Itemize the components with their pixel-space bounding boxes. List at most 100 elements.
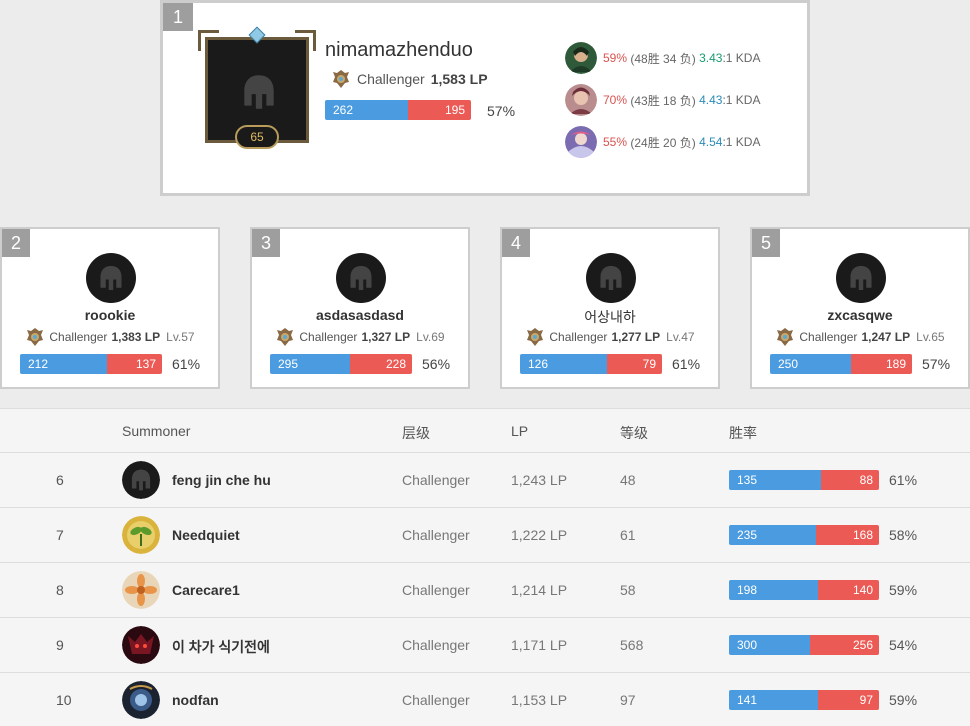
row-name[interactable]: 이 차가 식기전에	[172, 637, 270, 657]
helmet-icon	[596, 263, 626, 293]
wins-segment: 141	[729, 690, 818, 710]
row-winrate: 300 256 54%	[729, 635, 917, 655]
win-loss: 295 228 56%	[270, 354, 450, 374]
champion-row[interactable]: 55% (24胜 20 负) 4.54:1 KDA	[565, 121, 760, 163]
kda-suffix: :1 KDA	[722, 51, 761, 65]
row-name[interactable]: Carecare1	[172, 582, 240, 598]
helmet-icon	[96, 263, 126, 293]
tier-info: Challenger 1,583 LP	[331, 69, 488, 89]
player-name[interactable]: nimamazhenduo	[325, 39, 473, 62]
lp-value: 1,327 LP	[361, 330, 411, 344]
row-level: 58	[620, 582, 636, 598]
challenger-tier-icon	[275, 327, 295, 347]
header-lp[interactable]: LP	[511, 423, 528, 439]
row-name[interactable]: feng jin che hu	[172, 472, 271, 488]
champion-kda: 4.54	[699, 135, 723, 149]
header-winrate[interactable]: 胜率	[729, 423, 757, 443]
level-badge: 65	[235, 125, 279, 149]
header-tier[interactable]: 层级	[402, 423, 430, 443]
win-rate: 59%	[889, 582, 918, 598]
win-rate: 61%	[672, 356, 701, 372]
win-rate: 57%	[922, 356, 951, 372]
challenger-tier-icon	[525, 327, 545, 347]
win-rate: 61%	[172, 356, 201, 372]
champion-row[interactable]: 59% (48胜 34 负) 3.43:1 KDA	[565, 37, 760, 79]
challenger-tier-icon	[331, 69, 351, 89]
challenger-tier-icon	[25, 327, 45, 347]
row-tier: Challenger	[402, 472, 470, 488]
losses-segment: 79	[607, 354, 662, 374]
champion-win-rate: 70%	[603, 93, 628, 107]
champion-row[interactable]: 70% (43胜 18 负) 4.43:1 KDA	[565, 79, 760, 121]
champion-kda: 4.43	[699, 93, 723, 107]
table-row[interactable]: 7 Needquiet Challenger 1,222 LP 61 235 1…	[0, 508, 970, 563]
wins-segment: 135	[729, 470, 821, 490]
row-lp: 1,243 LP	[511, 472, 568, 488]
rank-badge: 4	[502, 229, 530, 257]
player-card[interactable]: 5 zxcasqwe Challenger 1,247 LP Lv.65 250…	[750, 227, 970, 389]
kda-suffix: :1 KDA	[722, 93, 761, 107]
header-level[interactable]: 等级	[620, 423, 648, 443]
player-name[interactable]: roookie	[2, 307, 218, 323]
level-label: Lv.47	[666, 330, 695, 344]
win-loss-bar: 126 79	[520, 354, 662, 374]
wins-segment: 235	[729, 525, 816, 545]
row-winrate: 235 168 58%	[729, 525, 917, 545]
table-row[interactable]: 6 feng jin che hu Challenger 1,243 LP 48…	[0, 453, 970, 508]
win-loss-bar: 141 97	[729, 690, 879, 710]
table-row[interactable]: 9 이 차가 식기전에 Challenger 1,171 LP 568 300 …	[0, 618, 970, 673]
player-card[interactable]: 2 roookie Challenger 1,383 LP Lv.57 212 …	[0, 227, 220, 389]
player-name[interactable]: zxcasqwe	[752, 307, 968, 323]
row-tier: Challenger	[402, 692, 470, 708]
avatar	[586, 253, 636, 303]
row-name[interactable]: Needquiet	[172, 527, 240, 543]
row-rank: 7	[56, 527, 64, 543]
champion-win-rate: 59%	[603, 51, 628, 65]
win-loss-bar: 262 195	[325, 100, 471, 120]
orb-icon	[122, 681, 160, 719]
row-rank: 8	[56, 582, 64, 598]
win-loss: 126 79 61%	[520, 354, 700, 374]
top-player-card[interactable]: 1 65 nimamazhenduo Challenger 1,583 LP 2…	[160, 0, 810, 196]
table-row[interactable]: 10 nodfan Challenger 1,153 LP 97 141 97 …	[0, 673, 970, 726]
win-rate: 57%	[487, 103, 516, 119]
champion-record: (43胜 18 负)	[630, 93, 696, 108]
row-lp: 1,153 LP	[511, 692, 568, 708]
wins-segment: 126	[520, 354, 607, 374]
win-loss: 250 189 57%	[770, 354, 950, 374]
losses-segment: 137	[107, 354, 162, 374]
top-champions: 59% (48胜 34 负) 3.43:1 KDA 70% (43胜 18 负)…	[565, 37, 760, 163]
lp-value: 1,277 LP	[611, 330, 661, 344]
player-card[interactable]: 4 어상내하 Challenger 1,277 LP Lv.47 126 79 …	[500, 227, 720, 389]
win-rate: 54%	[889, 637, 918, 653]
player-name[interactable]: asdasasdasd	[252, 307, 468, 323]
level-label: Lv.65	[916, 330, 945, 344]
header-summoner[interactable]: Summoner	[122, 423, 190, 439]
tier-label: Challenger	[299, 330, 358, 344]
tier-label: Challenger	[49, 330, 108, 344]
kda-suffix: :1 KDA	[722, 135, 761, 149]
table-row[interactable]: 8 Carecare1 Challenger 1,214 LP 58 198 1…	[0, 563, 970, 618]
helmet-icon	[122, 461, 160, 499]
row-name[interactable]: nodfan	[172, 692, 219, 708]
demon-icon	[122, 626, 160, 664]
losses-segment: 256	[810, 635, 879, 655]
champion-kda: 3.43	[699, 51, 723, 65]
losses-segment: 88	[821, 470, 879, 490]
win-loss-bar: 212 137	[20, 354, 162, 374]
losses-segment: 97	[818, 690, 879, 710]
win-loss-bar: 300 256	[729, 635, 879, 655]
champion-win-rate: 55%	[603, 135, 628, 149]
level-label: Lv.57	[166, 330, 195, 344]
losses-segment: 140	[818, 580, 879, 600]
tier-label: Challenger	[549, 330, 608, 344]
player-card[interactable]: 3 asdasasdasd Challenger 1,327 LP Lv.69 …	[250, 227, 470, 389]
row-tier: Challenger	[402, 637, 470, 653]
win-loss-bar: 198 140	[729, 580, 879, 600]
player-name[interactable]: 어상내하	[502, 307, 718, 327]
avatar	[836, 253, 886, 303]
row-winrate: 141 97 59%	[729, 690, 917, 710]
tier-label: Challenger	[357, 71, 425, 87]
row-lp: 1,222 LP	[511, 527, 568, 543]
win-loss-bar: 295 228	[270, 354, 412, 374]
